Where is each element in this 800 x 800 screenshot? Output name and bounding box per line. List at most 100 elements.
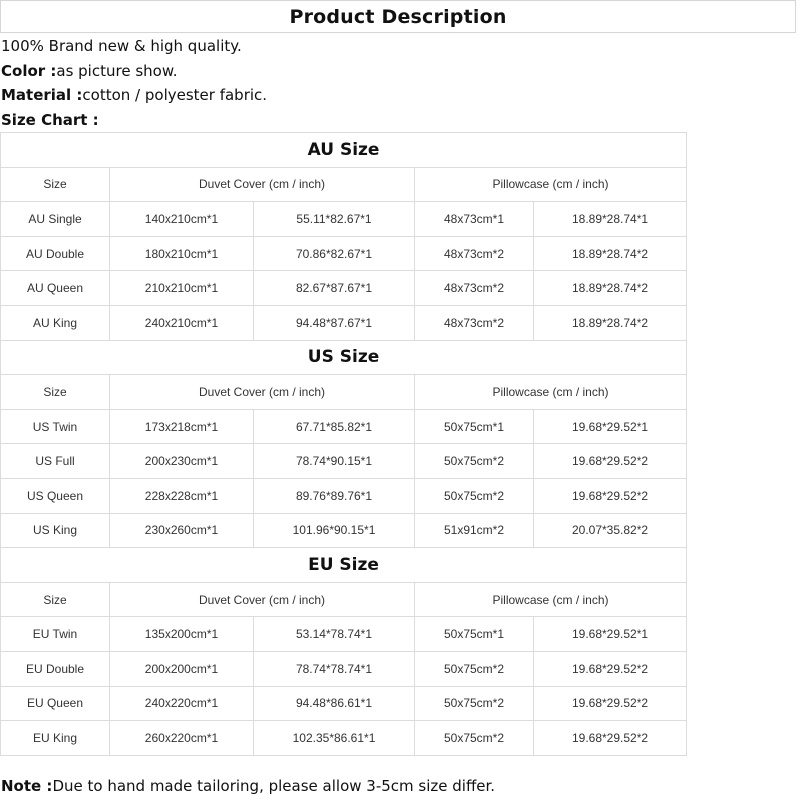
column-header-row: Size Duvet Cover (cm / inch) Pillowcase (c…: [0, 581, 688, 618]
pillow-inch-cell: 19.68*29.52*1: [532, 408, 688, 445]
pillow-inch-cell: 19.68*29.52*2: [532, 685, 688, 722]
duvet-inch-cell: 70.86*82.67*1: [253, 235, 415, 272]
table-row: EU Double 200x200cm*1 78.74*78.74*1 50x75cm…: [0, 650, 688, 687]
header-duvet-cover: Duvet Cover (cm / inch): [109, 166, 415, 203]
note-text: Due to hand made tailoring, please allow…: [52, 777, 496, 795]
pillow-cm-cell: 50x75cm*1: [414, 408, 534, 445]
size-chart-label: Size Chart :: [1, 110, 99, 129]
color-value: as picture show.: [56, 61, 178, 80]
size-name-cell: EU Queen: [0, 685, 110, 722]
color-line: Color :as picture show.: [1, 59, 267, 84]
duvet-inch-cell: 78.74*78.74*1: [253, 650, 415, 687]
page-title: Product Description: [289, 5, 507, 28]
pillow-cm-cell: 50x75cm*2: [414, 477, 534, 514]
header-size: Size: [0, 581, 110, 618]
size-name-cell: AU King: [0, 304, 110, 341]
table-row: EU King 260x220cm*1 102.35*86.61*1 50x75cm*…: [0, 720, 688, 756]
size-name-cell: AU Double: [0, 235, 110, 272]
pillow-inch-cell: 18.89*28.74*1: [532, 201, 688, 237]
material-value: cotton / polyester fabric.: [82, 86, 268, 104]
header-duvet-cover: Duvet Cover (cm / inch): [109, 581, 415, 618]
header-pillowcase: Pillowcase (cm / inch): [413, 166, 688, 203]
duvet-cm-cell: 210x210cm*1: [109, 270, 254, 306]
pillow-cm-cell: 51x91cm*2: [414, 512, 534, 549]
size-name-cell: US Twin: [0, 408, 110, 445]
size-name-cell: EU Twin: [0, 616, 110, 652]
quality-line: 100% Brand new & high quality.: [1, 37, 242, 55]
column-header-row: Size Duvet Cover (cm / inch) Pillowcase (c…: [0, 374, 688, 410]
color-label: Color :: [1, 61, 57, 80]
pillow-inch-cell: 19.68*29.52*2: [532, 650, 688, 687]
duvet-inch-cell: 67.71*85.82*1: [253, 408, 415, 445]
size-name-cell: US King: [0, 512, 110, 549]
duvet-cm-cell: 240x210cm*1: [109, 304, 254, 341]
duvet-cm-cell: 140x210cm*1: [109, 201, 254, 237]
duvet-cm-cell: 200x200cm*1: [109, 650, 254, 687]
pillow-cm-cell: 48x73cm*2: [414, 270, 534, 306]
table-row: US Full 200x230cm*1 78.74*90.15*1 50x75cm*2…: [0, 443, 688, 479]
size-name-cell: AU Single: [0, 201, 110, 237]
pillow-inch-cell: 19.68*29.52*2: [532, 443, 688, 479]
size-name-cell: AU Queen: [0, 270, 110, 306]
duvet-cm-cell: 230x260cm*1: [109, 512, 254, 549]
material-line: Material :cotton / polyester fabric.: [1, 83, 267, 108]
duvet-cm-cell: 200x230cm*1: [109, 443, 254, 479]
page-title-box: Product Description: [0, 0, 796, 33]
pillow-inch-cell: 18.89*28.74*2: [532, 304, 688, 341]
pillow-inch-cell: 19.68*29.52*2: [532, 477, 688, 514]
size-name-cell: EU King: [0, 720, 110, 756]
duvet-inch-cell: 55.11*82.67*1: [253, 201, 415, 237]
table-row: AU Queen 210x210cm*1 82.67*87.67*1 48x73cm*…: [0, 270, 688, 306]
material-label: Material :: [1, 86, 83, 104]
duvet-inch-cell: 94.48*86.61*1: [253, 685, 415, 722]
header-pillowcase: Pillowcase (cm / inch): [413, 581, 688, 618]
duvet-inch-cell: 102.35*86.61*1: [253, 720, 415, 756]
section-title: EU Size: [0, 547, 688, 583]
duvet-cm-cell: 135x200cm*1: [109, 616, 254, 652]
table-row: AU King 240x210cm*1 94.48*87.67*1 48x73cm*2…: [0, 304, 688, 341]
table-row: EU Queen 240x220cm*1 94.48*86.61*1 50x75cm*…: [0, 685, 688, 722]
pillow-cm-cell: 48x73cm*2: [414, 304, 534, 341]
duvet-inch-cell: 78.74*90.15*1: [253, 443, 415, 479]
table-row: AU Single 140x210cm*1 55.11*82.67*1 48x73cm…: [0, 201, 688, 237]
duvet-inch-cell: 82.67*87.67*1: [253, 270, 415, 306]
size-chart-line: Size Chart :: [1, 108, 267, 133]
duvet-cm-cell: 173x218cm*1: [109, 408, 254, 445]
header-pillowcase: Pillowcase (cm / inch): [413, 374, 688, 410]
note-line: Note :Due to hand made tailoring, please…: [1, 777, 495, 795]
pillow-cm-cell: 48x73cm*2: [414, 235, 534, 272]
pillow-cm-cell: 50x75cm*2: [414, 685, 534, 722]
section-title-row: US Size: [0, 339, 688, 376]
section-title: AU Size: [0, 132, 688, 168]
duvet-cm-cell: 240x220cm*1: [109, 685, 254, 722]
pillow-cm-cell: 48x73cm*1: [414, 201, 534, 237]
product-description: 100% Brand new & high quality. Color :as…: [1, 34, 267, 132]
duvet-inch-cell: 53.14*78.74*1: [253, 616, 415, 652]
section-title-row: EU Size: [0, 547, 688, 583]
pillow-inch-cell: 19.68*29.52*1: [532, 616, 688, 652]
duvet-inch-cell: 89.76*89.76*1: [253, 477, 415, 514]
pillow-cm-cell: 50x75cm*2: [414, 720, 534, 756]
duvet-inch-cell: 101.96*90.15*1: [253, 512, 415, 549]
section-title-row: AU Size: [0, 132, 688, 168]
table-row: US King 230x260cm*1 101.96*90.15*1 51x91cm*…: [0, 512, 688, 549]
header-duvet-cover: Duvet Cover (cm / inch): [109, 374, 415, 410]
table-row: US Twin 173x218cm*1 67.71*85.82*1 50x75cm*1…: [0, 408, 688, 445]
table-row: EU Twin 135x200cm*1 53.14*78.74*1 50x75cm*1…: [0, 616, 688, 652]
pillow-inch-cell: 20.07*35.82*2: [532, 512, 688, 549]
duvet-cm-cell: 228x228cm*1: [109, 477, 254, 514]
table-row: US Queen 228x228cm*1 89.76*89.76*1 50x75cm*…: [0, 477, 688, 514]
header-size: Size: [0, 374, 110, 410]
table-row: AU Double 180x210cm*1 70.86*82.67*1 48x73cm…: [0, 235, 688, 272]
size-name-cell: EU Double: [0, 650, 110, 687]
section-title: US Size: [0, 339, 688, 376]
size-name-cell: US Full: [0, 443, 110, 479]
note-label: Note :: [1, 777, 53, 795]
size-chart-table: AU Size Size Duvet Cover (cm / inch) Pillow…: [0, 132, 688, 756]
pillow-inch-cell: 18.89*28.74*2: [532, 270, 688, 306]
size-name-cell: US Queen: [0, 477, 110, 514]
duvet-cm-cell: 180x210cm*1: [109, 235, 254, 272]
pillow-inch-cell: 19.68*29.52*2: [532, 720, 688, 756]
pillow-cm-cell: 50x75cm*1: [414, 616, 534, 652]
column-header-row: Size Duvet Cover (cm / inch) Pillowcase (c…: [0, 166, 688, 203]
